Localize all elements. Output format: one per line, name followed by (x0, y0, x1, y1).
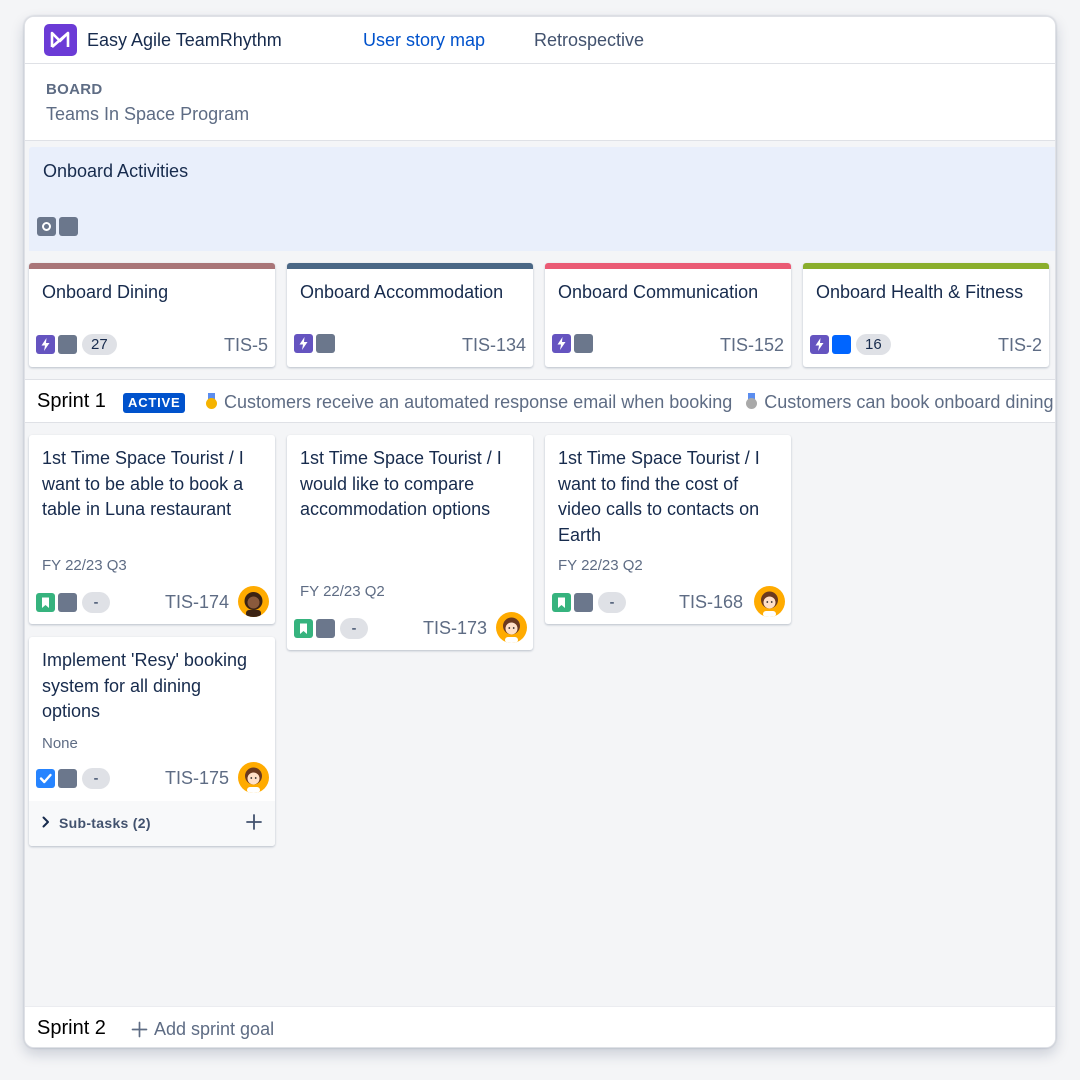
gold-medal-icon (205, 393, 218, 409)
epic-color-bar (803, 263, 1049, 269)
assignee-avatar[interactable] (238, 762, 269, 793)
child-count-badge: 16 (856, 334, 891, 355)
sprint-goal: Customers can book onboard dining (764, 392, 1054, 412)
epic-color-bar (29, 263, 275, 269)
epic-key[interactable]: TIS-134 (462, 335, 526, 356)
story-card-tis-168[interactable]: 1st Time Space Tourist / I want to find … (545, 435, 791, 624)
tab-user-story-map[interactable]: User story map (363, 30, 486, 67)
epic-card-onboard-health-fitness[interactable]: Onboard Health & Fitness 16 TIS-2 (803, 263, 1049, 367)
epic-key[interactable]: TIS-5 (224, 335, 268, 356)
story-points-badge: - (82, 592, 110, 613)
epic-color-bar (545, 263, 791, 269)
app-logo-icon[interactable] (44, 24, 77, 56)
story-points-badge: - (340, 618, 368, 639)
status-circle-icon (37, 217, 56, 236)
epic-lightning-icon (294, 334, 313, 353)
blue-square-icon (832, 335, 851, 354)
grey-square-icon (58, 335, 77, 354)
sprint-name: Sprint 1 (37, 390, 106, 412)
add-sprint-goal-button[interactable]: Add sprint goal (131, 1019, 274, 1040)
grey-square-icon (59, 217, 78, 236)
add-subtask-icon[interactable] (245, 813, 263, 836)
add-sprint-goal-label: Add sprint goal (154, 1019, 275, 1039)
assignee-avatar[interactable] (754, 586, 785, 617)
epic-meta (552, 334, 593, 353)
plus-icon (131, 1021, 148, 1038)
sprint-status-badge: ACTIVE (123, 393, 186, 413)
grey-square-icon (316, 334, 335, 353)
tab-retrospective[interactable]: Retrospective (534, 30, 644, 51)
subtasks-toggle[interactable]: Sub-tasks (2) (29, 801, 275, 846)
sprint-name: Sprint 2 (37, 1017, 106, 1039)
card-fix-version: FY 22/23 Q3 (42, 557, 127, 574)
epic-meta: 16 (810, 334, 891, 355)
app-window: Easy Agile TeamRhythm User story map Ret… (24, 16, 1056, 1048)
epic-title: Onboard Accommodation (300, 282, 504, 302)
epic-card-onboard-accommodation[interactable]: Onboard Accommodation TIS-134 (287, 263, 533, 367)
card-key[interactable]: TIS-168 (679, 592, 743, 613)
activity-icons (37, 217, 78, 236)
assignee-avatar[interactable] (496, 612, 527, 643)
epic-card-onboard-dining[interactable]: Onboard Dining 27 TIS-5 (29, 263, 275, 367)
epic-lightning-icon (810, 335, 829, 354)
grey-square-icon (58, 769, 77, 788)
story-bookmark-icon (552, 593, 571, 612)
board-label: BOARD (46, 81, 103, 98)
story-points-badge: - (598, 592, 626, 613)
card-footer: - (294, 618, 368, 639)
card-footer: - (552, 592, 626, 613)
child-count-badge: 27 (82, 334, 117, 355)
story-bookmark-icon (36, 593, 55, 612)
card-key[interactable]: TIS-174 (165, 592, 229, 613)
story-points-badge: - (82, 768, 110, 789)
task-card-tis-175[interactable]: Implement 'Resy' booking system for all … (29, 637, 275, 846)
card-fix-version: None (42, 735, 78, 752)
story-card-tis-173[interactable]: 1st Time Space Tourist / I would like to… (287, 435, 533, 650)
card-summary: 1st Time Space Tourist / I would like to… (300, 448, 502, 520)
chevron-right-icon (41, 815, 51, 834)
card-summary: Implement 'Resy' booking system for all … (42, 650, 247, 722)
sprint-goals: Customers receive an automated response … (205, 392, 1053, 413)
app-title: Easy Agile TeamRhythm (87, 30, 282, 50)
epic-lightning-icon (36, 335, 55, 354)
epic-color-bar (287, 263, 533, 269)
board-header: BOARD Teams In Space Program (25, 64, 1055, 141)
task-checkbox-icon (36, 769, 55, 788)
epic-meta: 27 (36, 334, 117, 355)
activity-title: Onboard Activities (43, 161, 189, 181)
top-navigation: Easy Agile TeamRhythm User story map Ret… (25, 17, 1055, 67)
epic-card-onboard-communication[interactable]: Onboard Communication TIS-152 (545, 263, 791, 367)
activity-card[interactable]: Onboard Activities (29, 147, 1055, 251)
card-summary: 1st Time Space Tourist / I want to be ab… (42, 448, 244, 520)
grey-square-icon (574, 334, 593, 353)
epic-title: Onboard Dining (42, 282, 169, 302)
story-card-tis-174[interactable]: 1st Time Space Tourist / I want to be ab… (29, 435, 275, 624)
grey-square-icon (574, 593, 593, 612)
epic-lightning-icon (552, 334, 571, 353)
sprint-2-header[interactable]: Sprint 2 Add sprint goal (25, 1006, 1055, 1047)
card-summary: 1st Time Space Tourist / I want to find … (558, 448, 760, 546)
epic-key[interactable]: TIS-2 (998, 335, 1042, 356)
board-name[interactable]: Teams In Space Program (46, 104, 249, 125)
card-key[interactable]: TIS-175 (165, 768, 229, 789)
sprint-goal: Customers receive an automated response … (224, 392, 733, 412)
assignee-avatar[interactable] (238, 586, 269, 617)
sprint-1-header[interactable]: Sprint 1 ACTIVE Customers receive an aut… (25, 379, 1055, 423)
subtasks-label: Sub-tasks (2) (59, 815, 151, 831)
card-fix-version: FY 22/23 Q2 (558, 557, 643, 574)
card-key[interactable]: TIS-173 (423, 618, 487, 639)
card-footer: - (36, 592, 110, 613)
epic-meta (294, 334, 335, 353)
epic-title: Onboard Health & Fitness (816, 282, 1024, 302)
card-fix-version: FY 22/23 Q2 (300, 583, 385, 600)
grey-square-icon (58, 593, 77, 612)
silver-medal-icon (745, 393, 758, 409)
card-footer: - (36, 768, 110, 789)
epic-title: Onboard Communication (558, 282, 759, 302)
epic-key[interactable]: TIS-152 (720, 335, 784, 356)
story-bookmark-icon (294, 619, 313, 638)
grey-square-icon (316, 619, 335, 638)
story-map-canvas: Onboard Activities Onboard Dining 27 TIS… (25, 141, 1055, 1047)
